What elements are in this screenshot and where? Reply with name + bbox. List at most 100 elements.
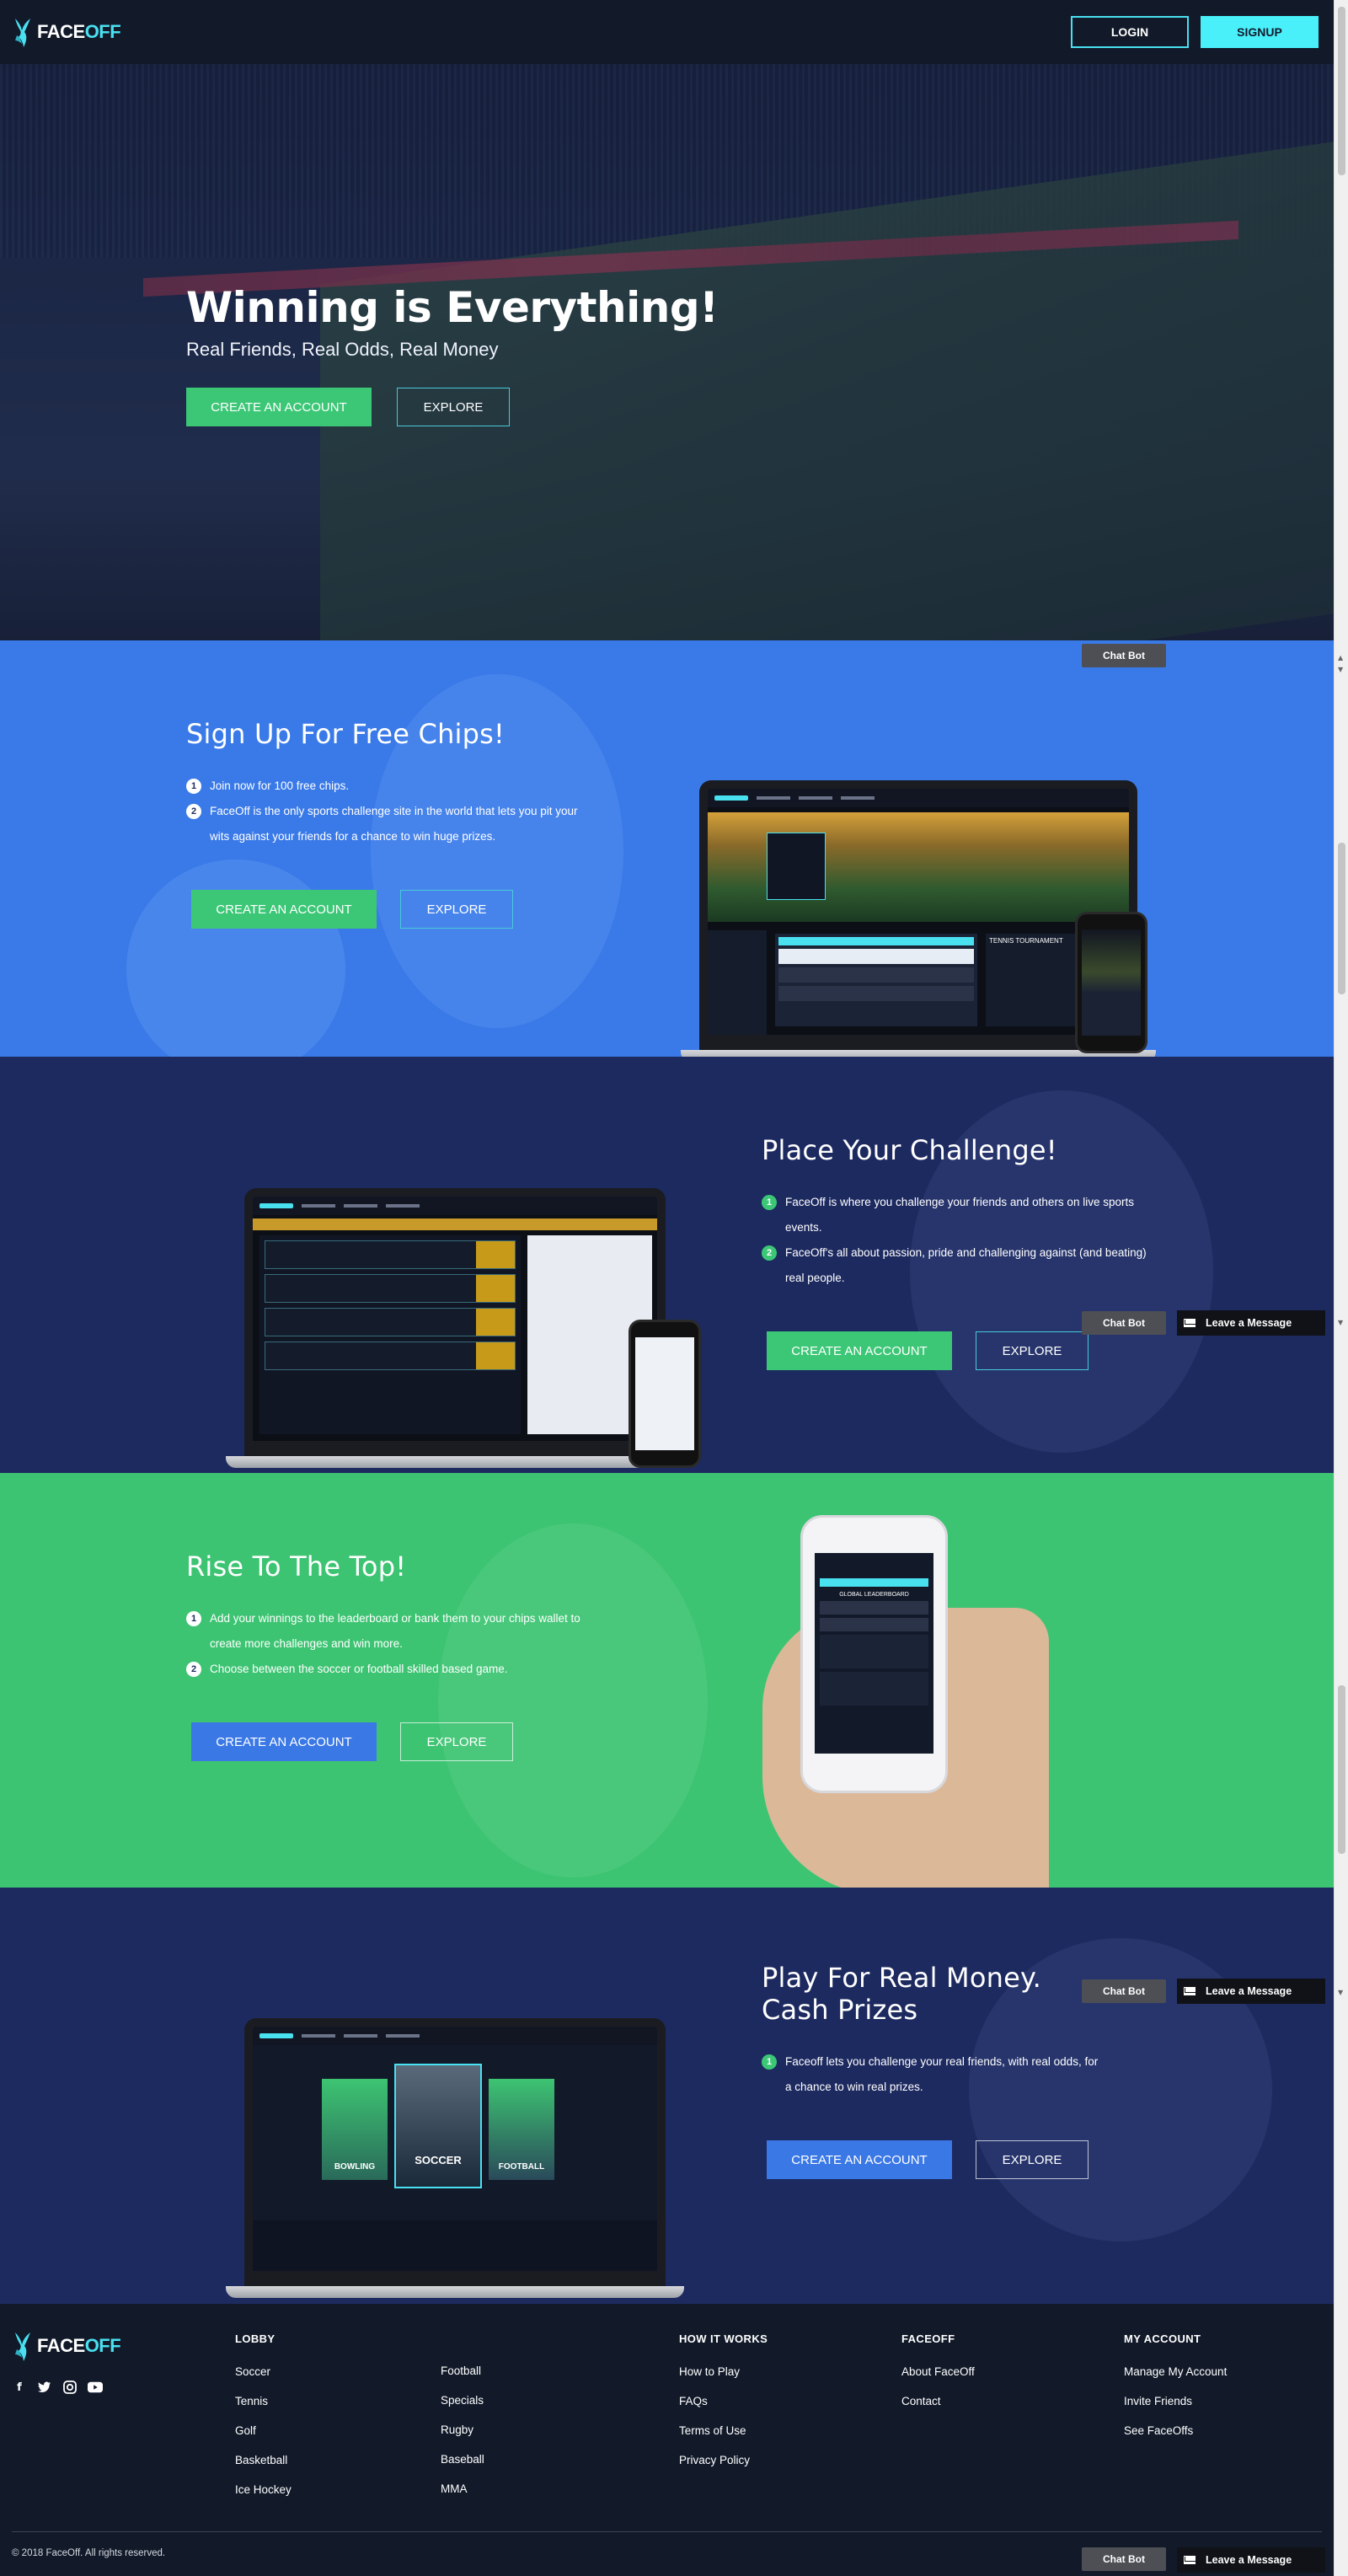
list-item-text: Choose between the soccer or football sk… (210, 1663, 508, 1675)
tile-label: FOOTBALL (498, 2162, 545, 2172)
money-section-title: Play For Real Money. Cash Prizes (762, 1962, 1041, 2026)
rise-explore-button[interactable]: EXPLORE (400, 1722, 513, 1761)
sport-tile-soccer[interactable]: SOCCER (394, 2064, 482, 2188)
leave-message-label: Leave a Message (1206, 1317, 1292, 1329)
chatbot-button-2[interactable]: Chat Bot (1082, 1311, 1166, 1335)
sport-tile-football: FOOTBALL (489, 2079, 554, 2180)
login-button[interactable]: LOGIN (1071, 16, 1189, 48)
money-explore-button[interactable]: EXPLORE (976, 2140, 1089, 2179)
laptop-screen (244, 1188, 666, 1456)
envelope-icon (1184, 1319, 1196, 1327)
leave-message-label: Leave a Message (1206, 1985, 1292, 1997)
signup-create-account-button[interactable]: CREATE AN ACCOUNT (191, 890, 377, 929)
scroll-up-icon[interactable]: ▼ (1338, 666, 1343, 673)
instagram-icon[interactable] (62, 2380, 78, 2395)
faceoff-logo[interactable]: FACEOFF (12, 15, 121, 49)
step-number-badge: 2 (762, 1245, 777, 1261)
footer-link-ice-hockey[interactable]: Ice Hockey (235, 2475, 292, 2504)
leave-message-button-2[interactable]: Leave a Message (1177, 1979, 1325, 2004)
site-header: FACEOFF LOGIN SIGNUP (0, 0, 1334, 64)
hero-subtitle: Real Friends, Real Odds, Real Money (186, 339, 499, 360)
list-item: 1 Faceoff lets you challenge your real fr… (762, 2049, 1099, 2100)
logo-face-text: FACE (37, 21, 85, 42)
list-item-text: FaceOff's all about passion, pride and c… (785, 1246, 1147, 1284)
page-scrollbar[interactable]: ▲ ▼ ▼ ▼ (1334, 0, 1348, 2576)
list-item: 2 FaceOff's all about passion, pride and … (762, 1240, 1149, 1291)
phoenix-logo-icon (12, 15, 34, 49)
footer-divider (12, 2531, 1322, 2532)
copyright-text: © 2018 FaceOff. All rights reserved. (12, 2548, 166, 2558)
footer-link-tennis[interactable]: Tennis (235, 2386, 292, 2416)
footer-link-contact[interactable]: Contact (901, 2386, 975, 2416)
real-money-section: BOWLING SOCCER FOOTBALL Play For Real Mo… (0, 1888, 1334, 2304)
scroll-down-icon[interactable]: ▲ (1338, 654, 1343, 661)
leave-message-button[interactable]: Leave a Message (1177, 1310, 1325, 1336)
footer-how-heading: HOW IT WORKS (679, 2332, 768, 2345)
footer-link-basketball[interactable]: Basketball (235, 2445, 292, 2475)
step-number-badge: 2 (186, 1662, 201, 1677)
footer-link-terms[interactable]: Terms of Use (679, 2416, 768, 2445)
footer-link-mma[interactable]: MMA (441, 2474, 484, 2504)
twitter-icon[interactable] (37, 2380, 52, 2395)
rise-create-account-button[interactable]: CREATE AN ACCOUNT (191, 1722, 377, 1761)
envelope-icon (1184, 2556, 1196, 2564)
signup-chips-section: Sign Up For Free Chips! 1 Join now for 10… (0, 640, 1334, 1057)
challenge-explore-button[interactable]: EXPLORE (976, 1331, 1089, 1370)
logo-face-text: FACE (37, 2335, 85, 2356)
footer-logo[interactable]: FACEOFF (12, 2329, 121, 2363)
money-create-account-button[interactable]: CREATE AN ACCOUNT (767, 2140, 952, 2179)
footer-lobby-heading: LOBBY (235, 2332, 275, 2345)
scrollbar-thumb-3[interactable] (1338, 1685, 1345, 1854)
scrollbar-thumb[interactable] (1338, 7, 1345, 175)
footer-account-heading: MY ACCOUNT (1124, 2332, 1201, 2345)
laptop-mockup: BOWLING SOCCER FOOTBALL (226, 2018, 684, 2298)
leave-message-label: Leave a Message (1206, 2554, 1292, 2566)
footer-link-soccer[interactable]: Soccer (235, 2357, 292, 2386)
footer-link-about[interactable]: About FaceOff (901, 2357, 975, 2386)
scrollbar-thumb-2[interactable] (1338, 843, 1345, 994)
challenge-create-account-button[interactable]: CREATE AN ACCOUNT (767, 1331, 952, 1370)
hero-create-account-button[interactable]: CREATE AN ACCOUNT (186, 388, 372, 426)
hero-explore-button[interactable]: EXPLORE (397, 388, 510, 426)
chatbot-button-3[interactable]: Chat Bot (1082, 1979, 1166, 2003)
sport-tile-bowling: BOWLING (322, 2079, 388, 2180)
youtube-icon[interactable] (88, 2380, 103, 2395)
list-item-text: FaceOff is the only sports challenge sit… (210, 805, 578, 843)
footer-link-rugby[interactable]: Rugby (441, 2415, 484, 2445)
footer-link-manage-account[interactable]: Manage My Account (1124, 2357, 1227, 2386)
challenge-list (775, 934, 977, 1026)
laptop-screen: TENNIS TOURNAMENT (699, 780, 1137, 1050)
chatbot-button-4[interactable]: Chat Bot (1082, 2547, 1166, 2571)
footer-link-specials[interactable]: Specials (441, 2386, 484, 2415)
step-number-badge: 1 (762, 2054, 777, 2070)
scroll-down-icon-2[interactable]: ▼ (1338, 1319, 1343, 1326)
leaderboard-label: GLOBAL LEADERBOARD (839, 1592, 909, 1598)
logo-off-text: OFF (84, 2335, 121, 2356)
step-number-badge: 1 (186, 779, 201, 794)
scroll-down-icon-3[interactable]: ▼ (1338, 1989, 1343, 1996)
footer-link-invite-friends[interactable]: Invite Friends (1124, 2386, 1227, 2416)
list-item: 1 Add your winnings to the leaderboard or… (186, 1606, 582, 1657)
footer-link-how-to-play[interactable]: How to Play (679, 2357, 768, 2386)
footer-link-golf[interactable]: Golf (235, 2416, 292, 2445)
chatbot-button[interactable]: Chat Bot (1082, 644, 1166, 667)
footer-link-see-faceoffs[interactable]: See FaceOffs (1124, 2416, 1227, 2445)
footer-link-baseball[interactable]: Baseball (441, 2445, 484, 2474)
facebook-icon[interactable]: f (12, 2380, 27, 2395)
list-item: 1 FaceOff is where you challenge your fri… (762, 1190, 1149, 1240)
footer-link-privacy[interactable]: Privacy Policy (679, 2445, 768, 2475)
list-item-text: Faceoff lets you challenge your real fri… (785, 2055, 1099, 2093)
lobby-panel (708, 930, 767, 1035)
place-challenge-section: Place Your Challenge! 1 FaceOff is where … (0, 1057, 1334, 1473)
signup-button[interactable]: SIGNUP (1201, 16, 1319, 48)
signup-explore-button[interactable]: EXPLORE (400, 890, 513, 929)
list-item-text: Add your winnings to the leaderboard or … (210, 1612, 580, 1650)
envelope-icon (1184, 1987, 1196, 1995)
leave-message-button-3[interactable]: Leave a Message (1177, 2547, 1325, 2573)
site-footer: FACEOFF f LOBBY Soccer Tennis Golf Baske… (0, 2304, 1334, 2576)
phone-mockup (629, 1320, 701, 1468)
footer-link-faqs[interactable]: FAQs (679, 2386, 768, 2416)
footer-link-football[interactable]: Football (441, 2356, 484, 2386)
step-number-badge: 1 (762, 1195, 777, 1210)
rise-top-section: Rise To The Top! 1 Add your winnings to t… (0, 1473, 1334, 1888)
